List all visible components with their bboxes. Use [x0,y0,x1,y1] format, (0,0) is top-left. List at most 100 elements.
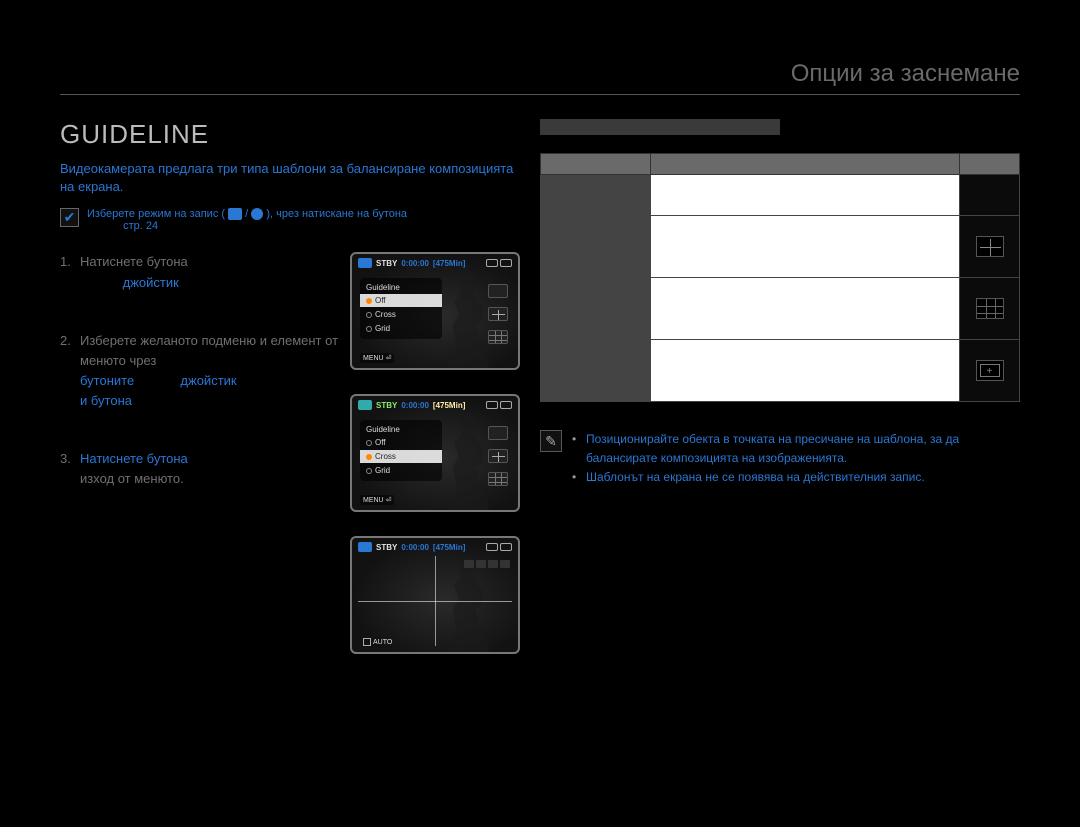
menu-item-label: Cross [375,452,396,461]
auto-label: AUTO [373,639,392,646]
sd-icon [486,401,498,409]
step-body: Натиснете бутона xxxxxx джойстик [80,252,188,292]
cam-screens: STBY 0:00:00 [475Min] Guideline Off Cros… [350,252,520,654]
menu-item-cross[interactable]: Cross [360,450,442,463]
video-mode-icon [358,258,372,268]
menu-item-label: Cross [375,310,396,319]
step1-b: джойстик [123,275,179,290]
page-ref: стр. 24 [123,220,158,232]
opt-icon-cell [960,175,1020,216]
menu-button[interactable]: MENU ⏎ [360,495,394,505]
battery-icon [500,259,512,267]
osd-menu: Guideline Off Cross Grid [360,278,442,339]
section-blurb: Видеокамерата предлага три типа шаблони … [60,160,520,196]
menu-item-label: Off [375,438,386,447]
safety-zone-icon: + [976,360,1004,381]
step3-b: изход от менюто. [80,471,184,486]
cross-guideline-overlay [358,556,512,646]
section-title: GUIDELINE [60,119,520,150]
time-label: 0:00:00 [401,401,429,410]
menu-item-label: Grid [375,324,390,333]
subhead-bar [540,119,780,135]
mode-icons [228,208,242,220]
table-row: + [541,340,1020,402]
menu-item-cross[interactable]: Cross [360,308,442,321]
preselect-prefix: Изберете режим на запис ( [87,208,225,220]
note-icon: ✎ [540,430,562,452]
camscreen-menu-cross-selected: STBY 0:00:00 [475Min] Guideline Off Cros… [350,394,520,512]
sd-icon [486,259,498,267]
remain-label: [475Min] [433,259,465,268]
subject-silhouette [438,554,500,652]
sd-icon [486,543,498,551]
step-num: 1. [60,252,74,292]
col-icon [960,154,1020,175]
menu-item-grid[interactable]: Grid [360,464,442,477]
mode-icons-2 [251,208,263,220]
menu-item-off[interactable]: Off [360,436,442,449]
steps-row: 1. Натиснете бутона xxxxxx джойстик 2. И… [60,252,520,654]
radio-on-icon [366,454,372,460]
icon-cross [488,449,508,463]
battery-icon [500,401,512,409]
opt-name [541,175,651,216]
step2-c: джойстик [180,373,236,388]
right-column: + ✎ Позиционирайте обекта в точката на п… [540,119,1020,654]
radio-off-icon [366,440,372,446]
battery-icon [500,543,512,551]
camscreen-live-cross: STBY 0:00:00 [475Min] [350,536,520,654]
step1-a: Натиснете бутона [80,254,188,269]
opt-name [541,340,651,402]
opt-icon-cell [960,216,1020,278]
cam-top-icons [486,401,512,409]
menu-preview-icons [488,426,508,486]
video-mode-icon [358,400,372,410]
indicator-icon [500,560,510,568]
time-label: 0:00:00 [401,259,429,268]
steps-text: 1. Натиснете бутона xxxxxx джойстик 2. И… [60,252,340,654]
cam-top-icons [486,259,512,267]
table-row [541,216,1020,278]
osd-menu: Guideline Off Cross Grid [360,420,442,481]
osd-menu-title: Guideline [360,423,442,436]
cam-statusbar: STBY 0:00:00 [475Min] [358,400,512,410]
auto-icon [363,638,371,646]
step-3: 3. Натиснете бутона изход от менюто. [60,449,340,489]
precheck-icon: ✔ [60,208,79,227]
stby-label: STBY [376,543,397,552]
preselect-text: Изберете режим на запис ( / ), чрез нати… [87,208,407,232]
step3-a: Натиснете бутона [80,451,188,466]
indicator-icon [476,560,486,568]
osd-menu-title: Guideline [360,281,442,294]
preselect-suffix: ), чрез натискане на бутона [266,208,407,220]
opt-name [541,278,651,340]
step-1: 1. Натиснете бутона xxxxxx джойстик [60,252,340,292]
opt-desc [651,175,960,216]
hr [60,94,1020,95]
rec-indicators [464,560,510,568]
note-item: Шаблонът на екрана не се появява на дейс… [572,468,1020,487]
remain-label: [475Min] [433,401,465,410]
time-label: 0:00:00 [401,543,429,552]
cam-statusbar: STBY 0:00:00 [475Min] [358,258,512,268]
icon-cross [488,307,508,321]
radio-on-icon [366,298,372,304]
menu-item-grid[interactable]: Grid [360,322,442,335]
indicator-icon [488,560,498,568]
opt-icon-cell: + [960,340,1020,402]
page: Опции за заснемане GUIDELINE Видеокамера… [60,60,1020,797]
menu-item-off[interactable]: Off [360,294,442,307]
step2-b: бутоните [80,373,138,388]
step-num: 3. [60,449,74,489]
chapter-title: Опции за заснемане [60,60,1020,88]
step-body: Изберете желаното подменю и елемент от м… [80,331,340,412]
menu-button[interactable]: MENU ⏎ [360,353,394,363]
cross-icon [976,236,1004,257]
radio-off-icon [366,312,372,318]
icon-none [488,426,508,440]
camscreen-menu-off-selected: STBY 0:00:00 [475Min] Guideline Off Cros… [350,252,520,370]
icon-grid [488,330,508,344]
opt-icon-cell [960,278,1020,340]
opt-desc [651,216,960,278]
options-table: + [540,153,1020,402]
